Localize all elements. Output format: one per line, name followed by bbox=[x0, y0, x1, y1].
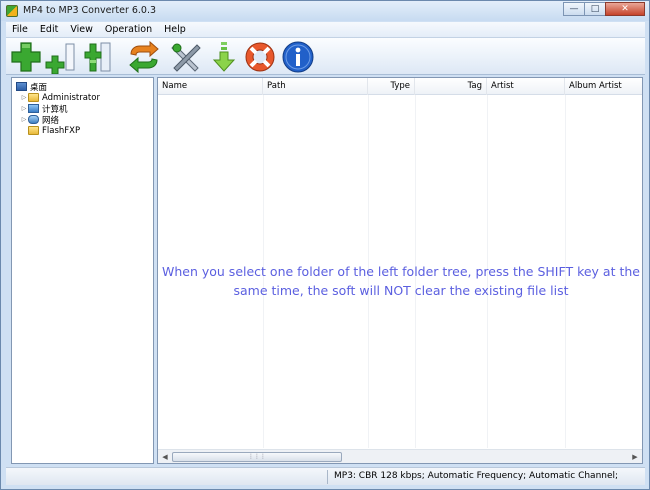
folder-icon bbox=[28, 93, 39, 102]
minimize-button[interactable]: — bbox=[563, 2, 585, 16]
desktop-icon bbox=[16, 82, 27, 91]
scroll-right-icon[interactable]: ▶ bbox=[630, 452, 640, 462]
column-header-album-artist[interactable]: Album Artist bbox=[565, 78, 642, 95]
scroll-left-icon[interactable]: ◀ bbox=[160, 452, 170, 462]
minimize-icon: — bbox=[569, 4, 579, 14]
menu-help[interactable]: Help bbox=[158, 24, 192, 35]
network-icon bbox=[28, 115, 39, 124]
expand-icon[interactable]: ▷ bbox=[20, 105, 28, 112]
settings-button[interactable] bbox=[168, 40, 204, 74]
add-list-button[interactable] bbox=[80, 40, 116, 74]
window-title: MP4 to MP3 Converter 6.0.3 bbox=[23, 5, 157, 16]
window-controls: — □ ✕ bbox=[563, 2, 645, 16]
maximize-button[interactable]: □ bbox=[584, 2, 606, 16]
column-header-name[interactable]: Name bbox=[158, 78, 263, 95]
app-window: MP4 to MP3 Converter 6.0.3 — □ ✕ File Ed… bbox=[0, 0, 650, 490]
menu-operation[interactable]: Operation bbox=[99, 24, 158, 35]
list-header: Name Path Type Tag Artist Album Artist bbox=[158, 78, 642, 95]
menu-view[interactable]: View bbox=[64, 24, 99, 35]
folder-tree[interactable]: 桌面 ▷ Administrator ▷ 计算机 ▷ 网络 FlashFXP bbox=[11, 77, 154, 464]
empty-list-hint: When you select one folder of the left f… bbox=[162, 264, 640, 298]
column-header-type[interactable]: Type bbox=[368, 78, 415, 95]
file-list[interactable]: Name Path Type Tag Artist Album Artist W… bbox=[157, 77, 643, 464]
close-button[interactable]: ✕ bbox=[605, 2, 645, 16]
add-columns-icon bbox=[84, 42, 111, 72]
tree-item-administrator[interactable]: ▷ Administrator bbox=[20, 92, 100, 103]
column-header-artist[interactable]: Artist bbox=[487, 78, 565, 95]
horizontal-scrollbar[interactable]: ◀ ⋮⋮⋮ ▶ bbox=[158, 449, 642, 463]
help-button[interactable] bbox=[242, 40, 278, 74]
menu-edit[interactable]: Edit bbox=[34, 24, 64, 35]
status-bar: MP3: CBR 128 kbps; Automatic Frequency; … bbox=[6, 467, 645, 485]
maximize-icon: □ bbox=[590, 4, 600, 14]
toolbar bbox=[6, 37, 645, 75]
add-plus-icon bbox=[11, 42, 41, 72]
tree-item-desktop[interactable]: 桌面 bbox=[16, 81, 48, 93]
menu-bar: File Edit View Operation Help bbox=[6, 22, 645, 37]
computer-icon bbox=[28, 104, 39, 113]
column-header-path[interactable]: Path bbox=[263, 78, 368, 95]
info-icon bbox=[282, 41, 314, 73]
title-bar[interactable]: MP4 to MP3 Converter 6.0.3 — □ ✕ bbox=[1, 1, 649, 21]
tools-icon bbox=[171, 43, 201, 72]
tree-item-label: FlashFXP bbox=[42, 125, 81, 136]
download-arrow-icon bbox=[212, 42, 236, 72]
tree-item-flashfxp[interactable]: FlashFXP bbox=[28, 125, 80, 136]
add-small-plus-icon bbox=[45, 43, 75, 74]
lifebuoy-icon bbox=[245, 42, 275, 72]
about-button[interactable] bbox=[280, 40, 316, 74]
close-icon: ✕ bbox=[621, 4, 629, 14]
add-files-button[interactable] bbox=[8, 40, 44, 74]
app-icon bbox=[6, 5, 18, 17]
tree-item-network[interactable]: ▷ 网络 bbox=[20, 114, 60, 126]
menu-file[interactable]: File bbox=[6, 24, 34, 35]
scroll-thumb[interactable]: ⋮⋮⋮ bbox=[172, 452, 342, 462]
add-folder-button[interactable] bbox=[44, 40, 80, 74]
tree-item-label: 桌面 bbox=[30, 82, 48, 93]
convert-arrows-icon bbox=[129, 40, 159, 74]
download-button[interactable] bbox=[206, 40, 242, 74]
status-separator bbox=[327, 470, 328, 484]
status-output-format: MP3: CBR 128 kbps; Automatic Frequency; … bbox=[334, 471, 619, 481]
expand-icon[interactable]: ▷ bbox=[20, 94, 28, 101]
tree-item-label: Administrator bbox=[42, 92, 100, 103]
convert-button[interactable] bbox=[126, 40, 162, 74]
tree-item-computer[interactable]: ▷ 计算机 bbox=[20, 103, 68, 115]
expand-icon[interactable]: ▷ bbox=[20, 116, 28, 123]
column-header-tag[interactable]: Tag bbox=[415, 78, 487, 95]
tree-item-label: 网络 bbox=[42, 115, 60, 126]
folder-icon bbox=[28, 126, 39, 135]
